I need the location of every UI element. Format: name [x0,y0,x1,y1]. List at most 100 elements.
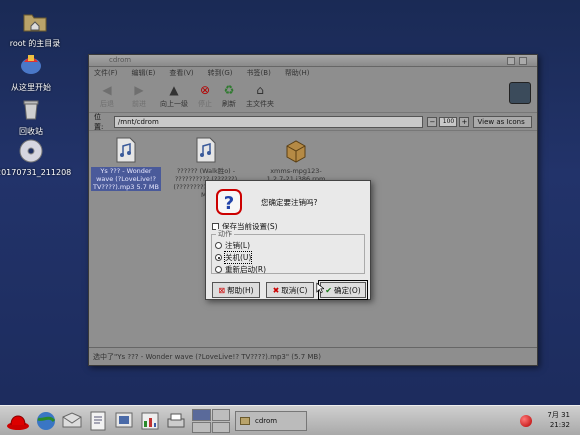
web-browser-icon[interactable] [34,409,58,433]
bottom-panel: cdrom 7月 31 21:32 [0,405,580,435]
up-arrow-icon: ▲ [169,83,179,97]
stop-button[interactable]: ⊗ 停止 [195,81,215,109]
up-label: 向上一级 [160,100,188,108]
radio-button [215,242,222,249]
svg-text:?: ? [224,193,234,214]
trash-icon [23,100,39,120]
radio-label: 注销(L) [225,241,251,250]
dialog-message: 您确定要注销吗? [261,198,318,207]
help-button[interactable]: ⊠ 帮助(H) [212,282,260,298]
desktop-icon-trash[interactable]: 回收站 [0,96,66,137]
radio-button [215,254,222,261]
menu-file[interactable]: 文件(F) [94,68,118,78]
clock[interactable]: 7月 31 21:32 [547,410,570,430]
location-label: 位置: [94,112,104,131]
cdrom-icon [19,139,43,163]
music-file-icon [116,137,136,163]
zoom-in-button[interactable]: + [459,116,470,127]
radio-label: 重新启动(R) [225,265,267,274]
radio-restart[interactable]: 重新启动(R) [215,264,266,275]
stop-icon: ⊗ [199,83,211,97]
home-folder-icon [23,14,47,32]
menu-bookmarks[interactable]: 书签(B) [247,68,271,78]
start-here-icon [21,55,41,74]
menu-edit[interactable]: 编辑(E) [132,68,156,78]
mouse-pointer-icon [316,282,324,294]
view-as-select[interactable]: View as Icons [473,115,532,128]
workspace-3[interactable] [192,421,211,433]
email-icon[interactable] [60,409,84,433]
forward-label: 前进 [132,100,146,108]
back-button[interactable]: ◀ 后退 [93,81,121,109]
toolbar: ◀ 后退 ▶ 前进 ▲ 向上一级 ⊗ 停止 ♻ 刷新 ⌂ 主文件夹 [89,79,537,113]
home-icon: ⌂ [256,83,264,97]
file-item[interactable]: Ys ??? - Wonder wave (?LoveLive!? TV????… [91,137,161,191]
ok-button-label: 确定(O) [333,285,361,295]
radio-button [215,266,222,273]
throbber-icon [509,82,531,104]
radio-label: 关机(U) [223,251,253,264]
question-icon: ? [216,189,242,215]
help-button-label: 帮助(H) [227,285,254,295]
minimize-button[interactable] [507,57,515,65]
reload-button[interactable]: ♻ 刷新 [219,81,239,109]
cancel-button[interactable]: ✖ 取消(C) [266,282,314,298]
reload-icon: ♻ [223,83,235,97]
main-menu-redhat-icon[interactable] [4,409,32,433]
forward-button[interactable]: ▶ 前进 [125,81,153,109]
menu-go[interactable]: 转到(G) [208,68,233,78]
zoom-control: − 100 + [427,116,470,127]
status-bar: 选中了"Ys ??? - Wonder wave (?LoveLive!? TV… [89,347,537,365]
window-titlebar[interactable]: cdrom [89,55,537,67]
presentation-icon[interactable] [112,409,136,433]
reload-label: 刷新 [222,100,236,108]
menu-help[interactable]: 帮助(H) [285,68,310,78]
radio-logout[interactable]: 注销(L) [215,240,250,251]
workspace-2[interactable] [211,409,230,421]
workspace-switcher[interactable] [192,409,230,433]
desktop-icon-cdrom[interactable]: 20170731_211208 [0,138,72,177]
check-icon: ✔ [325,285,332,295]
stop-label: 停止 [198,100,212,108]
update-notifier-icon[interactable] [520,415,532,427]
folder-icon [240,417,250,425]
back-arrow-icon: ◀ [102,83,112,97]
view-as-value: View as Icons [477,117,525,126]
up-button[interactable]: ▲ 向上一级 [157,81,191,109]
desktop-icon-label: 20170731_211208 [0,168,72,177]
file-item[interactable]: xmms-mpg123-1.2.7-21.i386.rpm [261,137,331,183]
home-label: 主文件夹 [246,100,274,108]
music-file-icon [196,137,216,163]
spreadsheet-icon[interactable] [138,409,162,433]
workspace-4[interactable] [211,421,230,433]
cancel-button-label: 取消(C) [281,285,308,295]
ok-button[interactable]: ✔ 确定(O) [318,280,368,300]
close-button[interactable] [519,57,527,65]
writer-icon[interactable] [86,409,110,433]
menu-view[interactable]: 查看(V) [169,68,193,78]
logout-dialog: ? 您确定要注销吗? 保存当前设置(S) 动作 注销(L) 关机(U) 重新启动… [205,180,371,300]
zoom-out-button[interactable]: − [427,116,438,127]
printer-icon[interactable] [164,409,188,433]
help-icon: ⊠ [218,285,226,295]
taskbar-item-cdrom[interactable]: cdrom [235,411,307,431]
taskbar-item-label: cdrom [255,417,278,425]
location-input[interactable]: /mnt/cdrom [113,115,424,128]
action-group: 动作 注销(L) 关机(U) 重新启动(R) [211,229,365,275]
forward-arrow-icon: ▶ [134,83,144,97]
desktop-icon-label: 回收站 [19,127,43,136]
desktop-icon-start-here[interactable]: 从这里开始 [0,52,66,93]
workspace-1[interactable] [192,409,211,421]
location-bar: 位置: /mnt/cdrom − 100 + View as Icons [89,113,537,131]
action-group-label: 动作 [216,229,234,239]
back-label: 后退 [100,100,114,108]
radio-shutdown[interactable]: 关机(U) [215,251,253,264]
clock-date: 7月 31 [547,411,570,419]
desktop-icon-label: 从这里开始 [11,83,51,92]
home-button[interactable]: ⌂ 主文件夹 [243,81,277,109]
cancel-icon: ✖ [272,285,280,295]
desktop-icon-home[interactable]: root 的主目录 [0,8,70,49]
file-label: Ys ??? - Wonder wave (?LoveLive!? TV????… [91,167,161,191]
package-icon [286,140,306,163]
desktop-icon-label: root 的主目录 [9,39,61,48]
